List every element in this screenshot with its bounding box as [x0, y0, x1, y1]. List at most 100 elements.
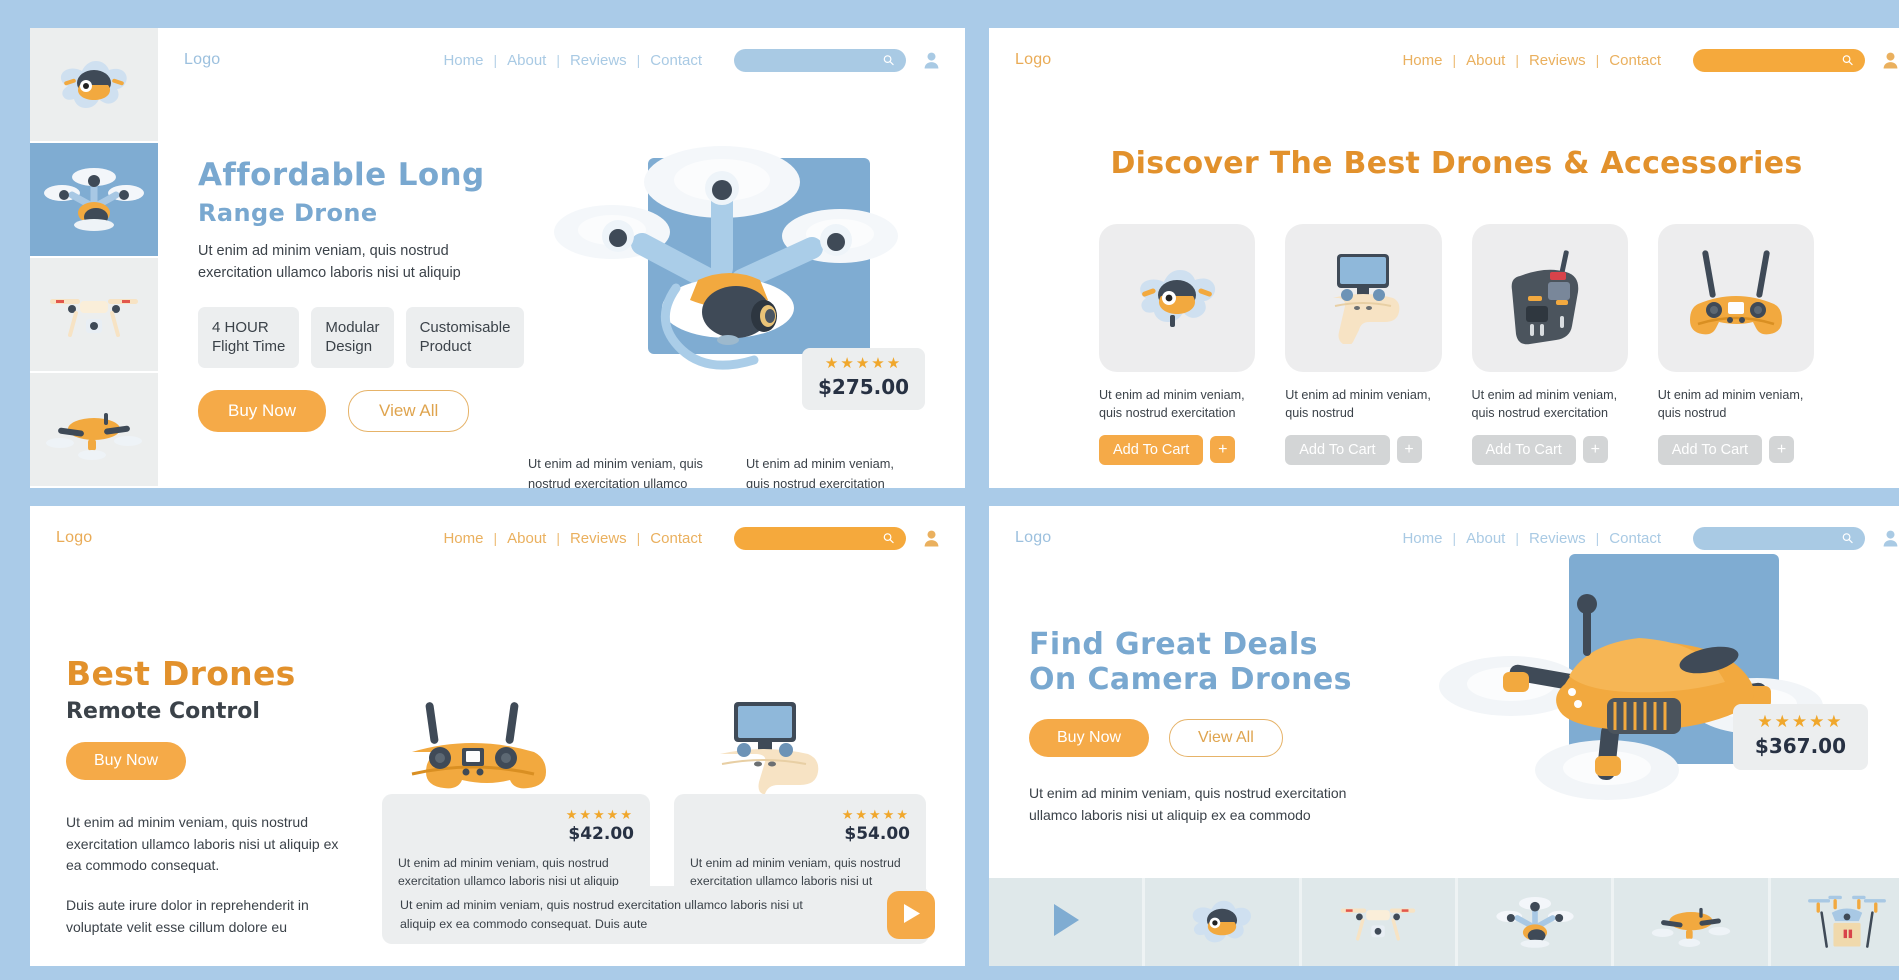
product-card-grid: Ut enim ad minim veniam, quis nostrud ex…: [1099, 224, 1814, 465]
nav-link-home[interactable]: Home: [433, 530, 493, 547]
panel1-navbar: Logo Home | About | Reviews | Contact: [158, 28, 965, 92]
search-input[interactable]: [1693, 526, 1865, 550]
hero-lead: Ut enim ad minim veniam, quis nostrud ex…: [1029, 785, 1347, 823]
page-title: Best Drones: [66, 654, 296, 693]
feature-chip-flight-time: 4 HOUR Flight Time: [198, 306, 300, 368]
chip-line-2: Flight Time: [212, 338, 286, 356]
quadcopter-drone-icon: [1126, 257, 1228, 340]
drone-thumb-2[interactable]: [30, 143, 158, 258]
nav-link-reviews[interactable]: Reviews: [1519, 530, 1596, 547]
hero-col-right: Ut enim ad minim veniam, quis nostrud ex…: [746, 455, 894, 488]
hero-drone-illustration: [1439, 576, 1839, 806]
nav-separator: |: [1515, 530, 1519, 546]
chip-line-1: Modular: [325, 318, 380, 336]
chip-line-2: Product: [419, 338, 472, 356]
view-all-button[interactable]: View All: [1169, 719, 1283, 757]
nav-link-home[interactable]: Home: [1392, 530, 1452, 547]
nav-link-reviews[interactable]: Reviews: [560, 530, 637, 547]
add-quantity-button[interactable]: +: [1769, 436, 1795, 463]
nav-separator: |: [1595, 52, 1600, 68]
drone-thumb-4[interactable]: [30, 373, 158, 488]
nav-link-about[interactable]: About: [497, 530, 556, 547]
nav-link-about[interactable]: About: [1456, 52, 1515, 69]
nav-link-about[interactable]: About: [497, 52, 556, 69]
drone-thumb-1[interactable]: [30, 28, 158, 143]
page-title: Find Great Deals On Camera Drones: [1029, 627, 1379, 697]
logo[interactable]: Logo: [1015, 529, 1051, 547]
logo[interactable]: Logo: [56, 529, 92, 547]
rating-stars: ★★★★★: [841, 807, 910, 822]
product-actions: Add To Cart +: [1657, 434, 1814, 465]
user-account-icon[interactable]: [1883, 52, 1898, 69]
user-account-icon[interactable]: [924, 52, 939, 69]
nav-link-contact[interactable]: Contact: [640, 530, 712, 547]
logo[interactable]: Logo: [184, 51, 220, 69]
product-actions: Add To Cart +: [1099, 434, 1255, 465]
product-image-box[interactable]: [1285, 224, 1442, 372]
buy-now-button[interactable]: Buy Now: [1029, 719, 1150, 757]
product-image-box[interactable]: [1471, 224, 1628, 372]
product-description: Ut enim ad minim veniam, quis nostrud: [1657, 388, 1804, 421]
nav-link-home[interactable]: Home: [433, 52, 493, 69]
panel3-paragraph-2: Duis aute irure dolor in reprehenderit i…: [66, 897, 309, 935]
add-quantity-button[interactable]: +: [1210, 436, 1236, 463]
carousel-thumb-cream-camera[interactable]: [1302, 878, 1458, 966]
nav-link-reviews[interactable]: Reviews: [560, 52, 637, 69]
carousel-thumb-orange[interactable]: [1614, 878, 1771, 966]
carousel-thumb-round-blue[interactable]: [1145, 878, 1302, 966]
nav-link-contact[interactable]: Contact: [1599, 52, 1671, 69]
product-description: Ut enim ad minim veniam, quis nostrud: [1285, 388, 1431, 421]
add-to-cart-button[interactable]: Add To Cart: [1099, 434, 1204, 465]
controller-with-screen-illustration: [674, 702, 926, 794]
drone-thumb-3[interactable]: [30, 258, 158, 373]
page-title: Affordable Long Range Drone: [198, 157, 965, 229]
feature-chip-list: 4 HOUR Flight Time Modular Design Custom…: [198, 306, 965, 368]
carousel-thumb-delivery[interactable]: [1771, 878, 1899, 966]
nav-separator: |: [1595, 530, 1600, 546]
search-icon: [883, 55, 894, 66]
logo[interactable]: Logo: [1015, 51, 1051, 69]
add-quantity-button[interactable]: +: [1582, 436, 1608, 463]
panel-find-great-deals: Logo Home | About | Reviews | Contact Fi…: [989, 506, 1899, 966]
buy-now-button[interactable]: Buy Now: [66, 742, 187, 780]
rating-stars: ★★★★★: [565, 807, 634, 822]
nav-link-home[interactable]: Home: [1392, 52, 1452, 69]
product-actions: Add To Cart +: [1471, 434, 1628, 465]
section-title: Discover The Best Drones & Accessories: [1110, 146, 1803, 181]
rating-stars: ★★★★★: [1757, 712, 1844, 731]
nav-separator: |: [556, 530, 560, 546]
nav-separator: |: [493, 530, 498, 546]
nav-link-contact[interactable]: Contact: [1599, 530, 1671, 547]
hero-button-row: Buy Now View All: [1029, 719, 1379, 757]
play-button[interactable]: [887, 891, 935, 939]
add-to-cart-button[interactable]: Add To Cart: [1657, 434, 1763, 465]
product-image-box[interactable]: [1657, 224, 1814, 372]
add-to-cart-button[interactable]: Add To Cart: [1285, 434, 1390, 465]
carousel-play-cell[interactable]: [989, 878, 1146, 966]
panel-affordable-long-range-drone: Logo Home | About | Reviews | Contact ★★…: [30, 28, 965, 488]
page-title-line2: Range Drone: [198, 198, 378, 227]
buy-now-button[interactable]: Buy Now: [198, 389, 327, 432]
search-input[interactable]: [1693, 48, 1865, 72]
nav-link-reviews[interactable]: Reviews: [1519, 52, 1596, 69]
price-value: $54.00: [844, 824, 910, 844]
hero-button-row: Buy Now View All: [198, 389, 965, 432]
product-description: Ut enim ad minim veniam, quis nostrud ex…: [1099, 388, 1245, 421]
nav-link-contact[interactable]: Contact: [640, 52, 712, 69]
view-all-button[interactable]: View All: [348, 389, 470, 432]
user-account-icon[interactable]: [1883, 530, 1898, 547]
feature-chip-customisable-product: Customisable Product: [405, 306, 525, 368]
nav-link-about[interactable]: About: [1456, 530, 1515, 547]
add-quantity-button[interactable]: +: [1396, 436, 1422, 463]
user-account-icon[interactable]: [924, 530, 939, 547]
search-input[interactable]: [734, 526, 906, 550]
add-to-cart-button[interactable]: Add To Cart: [1471, 434, 1576, 465]
product-card: Ut enim ad minim veniam, quis nostrud Ad…: [1285, 224, 1442, 465]
search-icon: [883, 533, 894, 544]
landing-page-mockup-board: Logo Home | About | Reviews | Contact ★★…: [0, 0, 1899, 980]
price-value: $42.00: [568, 824, 634, 844]
search-input[interactable]: [734, 48, 906, 72]
price-value: $367.00: [1754, 734, 1846, 758]
carousel-thumb-blue-quad[interactable]: [1458, 878, 1615, 966]
product-image-box[interactable]: [1099, 224, 1256, 372]
